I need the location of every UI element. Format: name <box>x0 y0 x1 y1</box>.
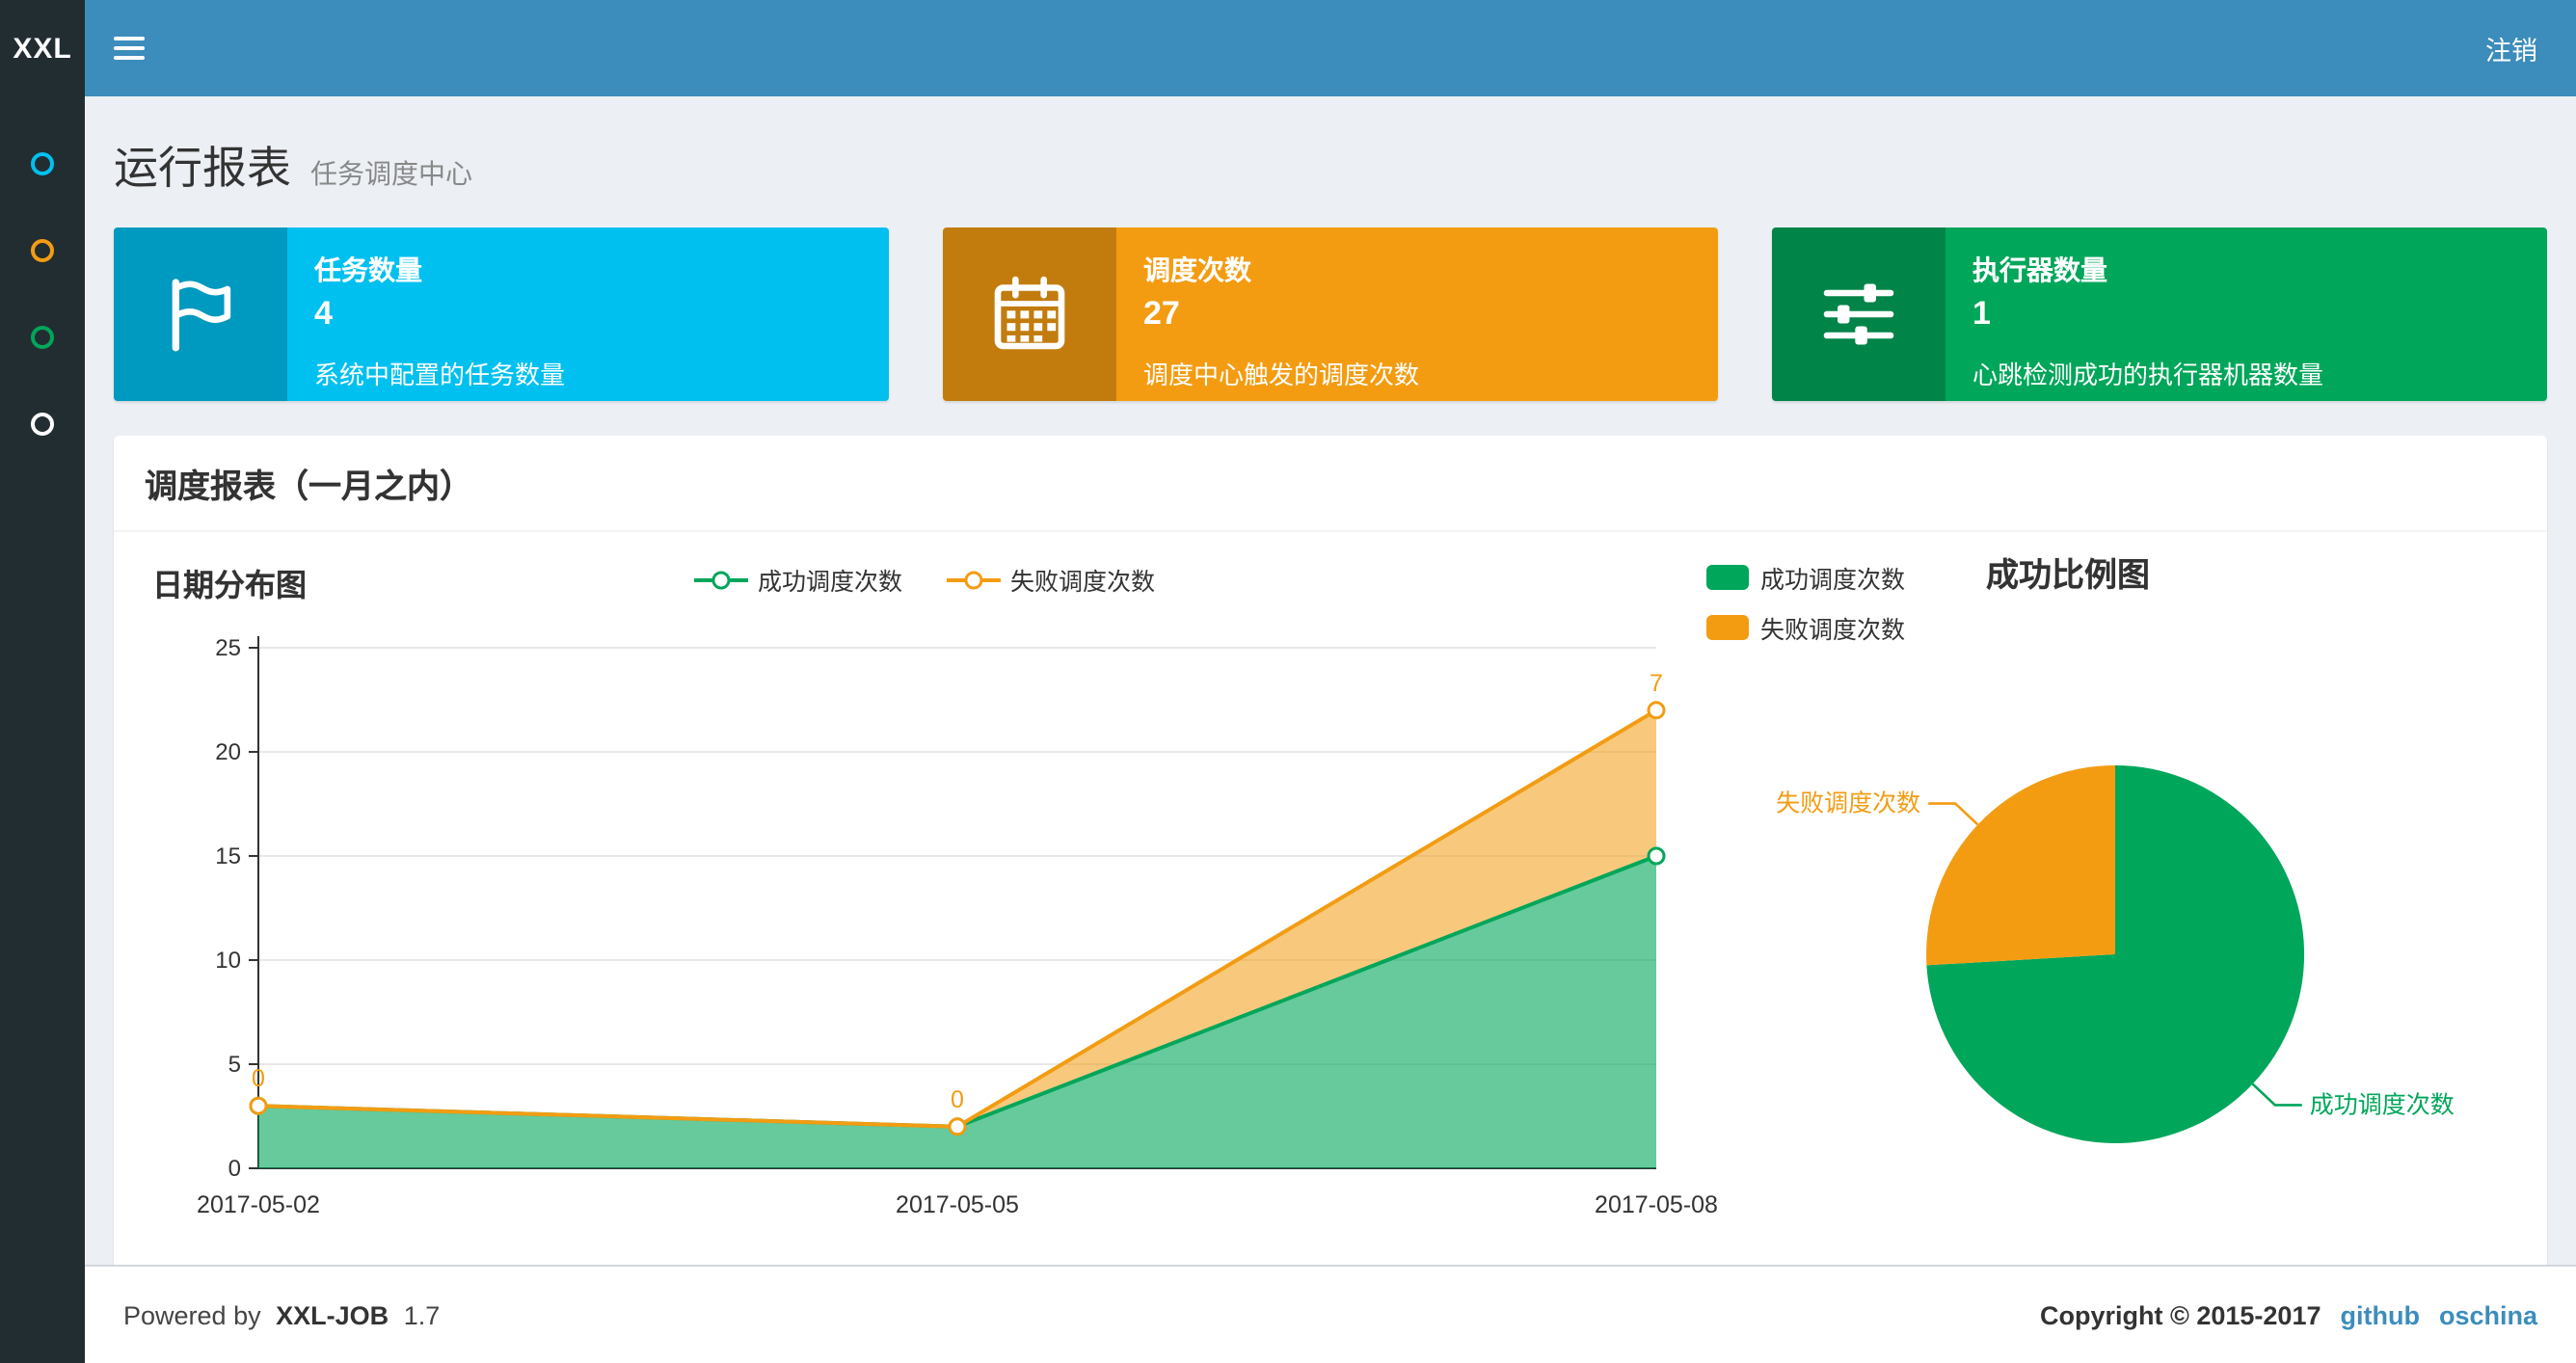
svg-text:25: 25 <box>215 635 241 661</box>
flag-icon <box>114 227 287 401</box>
sidebar-item-4[interactable] <box>0 380 85 467</box>
page-head: 运行报表 任务调度中心 <box>114 131 2547 197</box>
sidebar-item-2[interactable] <box>0 206 85 293</box>
panel-title: 调度报表（一月之内） <box>114 436 2547 532</box>
svg-text:10: 10 <box>215 948 241 974</box>
main-content: 运行报表 任务调度中心 任务数量 4 系统中配置的任务数量 调度次数 27 调度… <box>85 96 2576 1272</box>
menu-toggle-button[interactable] <box>85 0 174 96</box>
pie-legend-fail[interactable]: 失败调度次数 <box>1706 609 1905 646</box>
app-root: XXL 注销 运行报表 任务调度中心 任务数量 4 系统中配置的任务数量 调度次… <box>0 0 2576 1363</box>
logo[interactable]: XXL <box>0 0 85 96</box>
footer-brand: XXL-JOB <box>276 1300 389 1329</box>
line-chart-legend: 成功调度次数 失败调度次数 <box>692 561 1155 598</box>
info-box-description: 心跳检测成功的执行器机器数量 <box>1972 361 2324 389</box>
circle-green-icon <box>31 325 54 348</box>
footer-powered-by: Powered by XXL-JOB 1.7 <box>123 1300 441 1329</box>
info-box-triggers: 调度次数 27 调度中心触发的调度次数 <box>943 227 1718 401</box>
footer-copyright: Copyright © 2015-2017 <box>2039 1300 2321 1329</box>
pie-legend-success[interactable]: 成功调度次数 <box>1706 559 1905 596</box>
pie-chart-legend: 成功调度次数 失败调度次数 <box>1706 559 1905 646</box>
svg-text:5: 5 <box>228 1052 241 1078</box>
line-chart-svg: 05101520252017-05-02 2017-05-05 2017-05-08… <box>197 635 1718 1218</box>
circle-blue-icon <box>31 151 54 174</box>
pie-chart-svg: 成功调度次数 失败调度次数 <box>1776 765 2455 1143</box>
page-title: 运行报表 <box>114 143 291 193</box>
legend-item-success[interactable]: 成功调度次数 <box>692 561 902 598</box>
info-box-jobs: 任务数量 4 系统中配置的任务数量 <box>114 227 889 401</box>
oschina-link[interactable]: oschina <box>2439 1300 2537 1329</box>
info-box-title: 任务数量 <box>314 254 422 285</box>
line-legend-marker-icon <box>947 570 1001 589</box>
legend-item-fail[interactable]: 失败调度次数 <box>945 561 1155 598</box>
info-box-description: 系统中配置的任务数量 <box>314 361 566 389</box>
line-chart-title: 日期分布图 <box>152 571 308 603</box>
legend-swatch-icon <box>1706 565 1749 590</box>
info-box-executors: 执行器数量 1 心跳检测成功的执行器机器数量 <box>1772 227 2547 401</box>
github-link[interactable]: github <box>2341 1300 2420 1329</box>
svg-text:20: 20 <box>215 739 241 765</box>
info-box-title: 执行器数量 <box>1972 254 2107 285</box>
svg-text:0: 0 <box>228 1156 241 1182</box>
sidebar-item-1[interactable] <box>0 120 85 206</box>
svg-text:2017-05-05: 2017-05-05 <box>896 1191 1019 1218</box>
pie-chart-title: 成功比例图 <box>1986 557 2151 594</box>
footer: Powered by XXL-JOB 1.7 Copyright © 2015-… <box>85 1265 2576 1363</box>
calendar-icon <box>943 227 1116 401</box>
info-box-title: 调度次数 <box>1143 254 1251 285</box>
info-box-description: 调度中心触发的调度次数 <box>1143 361 1420 389</box>
sidebar <box>0 96 85 1363</box>
hamburger-icon <box>114 37 145 40</box>
navbar: 注销 <box>85 0 2576 96</box>
circle-orange-icon <box>31 238 54 261</box>
info-box-value: 27 <box>1143 295 1180 332</box>
report-panel: 调度报表（一月之内） 日期分布图 成功调度次数 失败调度次数 0 5 10 15… <box>114 436 2547 1272</box>
svg-text:15: 15 <box>215 843 241 869</box>
footer-version: 1.7 <box>403 1300 441 1329</box>
info-box-value: 1 <box>1972 295 1991 332</box>
logout-link[interactable]: 注销 <box>2447 0 2576 96</box>
svg-text:7: 7 <box>1650 670 1663 697</box>
page-subtitle: 任务调度中心 <box>310 158 472 189</box>
header: XXL 注销 <box>0 0 2576 96</box>
svg-text:成功调度次数: 成功调度次数 <box>2310 1091 2455 1118</box>
svg-text:0: 0 <box>951 1086 964 1113</box>
sliders-icon <box>1772 227 1945 401</box>
sidebar-item-3[interactable] <box>0 293 85 380</box>
circle-white-icon <box>31 412 54 435</box>
info-box-value: 4 <box>314 295 333 332</box>
date-distribution-chart: 日期分布图 成功调度次数 失败调度次数 0 5 10 15 20 25 2017… <box>152 559 1718 1238</box>
legend-swatch-icon <box>1706 615 1749 640</box>
svg-text:0: 0 <box>252 1065 265 1092</box>
panel-body: 日期分布图 成功调度次数 失败调度次数 0 5 10 15 20 25 2017… <box>114 532 2547 1272</box>
info-box-row: 任务数量 4 系统中配置的任务数量 调度次数 27 调度中心触发的调度次数 执行… <box>114 227 2547 401</box>
line-legend-marker-icon <box>693 570 748 589</box>
svg-text:失败调度次数: 失败调度次数 <box>1776 790 1920 817</box>
success-ratio-chart: 成功调度次数 失败调度次数 成功比例图 成功调度次数 失败调度次数 <box>1695 559 2516 1238</box>
svg-text:2017-05-02: 2017-05-02 <box>197 1191 320 1218</box>
